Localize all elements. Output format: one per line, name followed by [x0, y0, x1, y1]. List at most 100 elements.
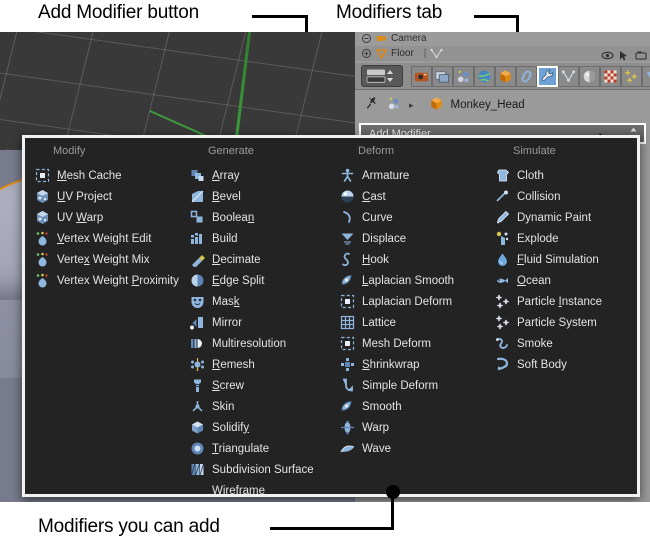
outliner-label-floor: Floor: [391, 48, 414, 59]
menu-item-bevel[interactable]: Bevel: [188, 186, 338, 207]
menu-label: Vertex Weight Proximity: [57, 274, 179, 287]
menu-item-uv-project[interactable]: UV Project: [33, 186, 188, 207]
menu-item-ocean[interactable]: Ocean: [493, 270, 602, 291]
displace-icon: [340, 231, 355, 246]
properties-tab-data[interactable]: [558, 65, 579, 87]
expand-icon[interactable]: [361, 33, 372, 44]
menu-item-vertex-weight-mix[interactable]: Vertex Weight Mix: [33, 249, 188, 270]
properties-tab-render-layers[interactable]: [432, 65, 453, 87]
menu-item-solidify[interactable]: Solidify: [188, 417, 338, 438]
build-icon: [190, 231, 205, 246]
menu-item-smoke[interactable]: Smoke: [493, 333, 602, 354]
outliner-panel[interactable]: Camera Floor |: [355, 32, 650, 64]
menu-item-wireframe[interactable]: Wireframe: [188, 480, 338, 501]
expand-icon[interactable]: [361, 48, 372, 59]
dropdown-column-generate: Generate Array Bevel Boolean Build Decim…: [188, 145, 338, 497]
laplacian-smooth-icon: [340, 273, 355, 288]
pin-icon[interactable]: [365, 96, 380, 114]
outliner-visibility-icons[interactable]: [601, 46, 647, 61]
menu-label: Wireframe: [212, 484, 266, 497]
menu-item-explode[interactable]: Explode: [493, 228, 602, 249]
menu-item-fluid-simulation[interactable]: Fluid Simulation: [493, 249, 602, 270]
menu-item-cast[interactable]: Cast: [338, 186, 493, 207]
menu-label: Wave: [362, 442, 391, 455]
menu-item-cloth[interactable]: Cloth: [493, 165, 602, 186]
menu-item-laplacian-deform[interactable]: Laplacian Deform: [338, 291, 493, 312]
vertex-weight-icon: [35, 231, 50, 246]
menu-item-simple-deform[interactable]: Simple Deform: [338, 375, 493, 396]
properties-tab-modifiers[interactable]: [537, 65, 558, 87]
menu-item-vertex-weight-proximity[interactable]: Vertex Weight Proximity: [33, 270, 188, 291]
menu-item-skin[interactable]: Skin: [188, 396, 338, 417]
properties-tab-bar[interactable]: [355, 63, 650, 90]
menu-item-remesh[interactable]: Remesh: [188, 354, 338, 375]
menu-item-laplacian-smooth[interactable]: Laplacian Smooth: [338, 270, 493, 291]
menu-label: UV Warp: [57, 211, 104, 224]
properties-tab-material[interactable]: [579, 65, 600, 87]
column-title-generate: Generate: [208, 145, 254, 157]
column-title-simulate: Simulate: [513, 145, 556, 157]
menu-item-smooth[interactable]: Smooth: [338, 396, 493, 417]
menu-item-warp[interactable]: Warp: [338, 417, 493, 438]
properties-tab-object[interactable]: [495, 65, 516, 87]
vertex-weight-icon: [35, 252, 50, 267]
menu-item-armature[interactable]: Armature: [338, 165, 493, 186]
menu-item-particle-system[interactable]: Particle System: [493, 312, 602, 333]
editor-type-icon[interactable]: [361, 65, 403, 87]
menu-item-mirror[interactable]: Mirror: [188, 312, 338, 333]
menu-item-uv-warp[interactable]: UV Warp: [33, 207, 188, 228]
leader-bottom-vertical: [391, 494, 394, 529]
menu-item-array[interactable]: Array: [188, 165, 338, 186]
menu-item-curve[interactable]: Curve: [338, 207, 493, 228]
menu-item-collision[interactable]: Collision: [493, 186, 602, 207]
callout-add-modifier-button: Add Modifier button: [38, 2, 199, 23]
menu-label: Warp: [362, 421, 390, 434]
properties-tab-particles[interactable]: [621, 65, 642, 87]
ocean-icon: [495, 273, 510, 288]
menu-item-mesh-deform[interactable]: Mesh Deform: [338, 333, 493, 354]
menu-item-vertex-weight-edit[interactable]: Vertex Weight Edit: [33, 228, 188, 249]
camera-render-icon[interactable]: [635, 48, 647, 60]
scene-icon[interactable]: [387, 96, 402, 114]
properties-tab-render[interactable]: [411, 65, 432, 87]
menu-item-displace[interactable]: Displace: [338, 228, 493, 249]
properties-tab-physics[interactable]: [642, 65, 650, 87]
menu-label: Edge Split: [212, 274, 265, 287]
mesh-data-icon: [430, 48, 444, 59]
menu-item-hook[interactable]: Hook: [338, 249, 493, 270]
cursor-arrow-icon[interactable]: [618, 48, 629, 61]
menu-item-soft-body[interactable]: Soft Body: [493, 354, 602, 375]
properties-tabs[interactable]: [411, 65, 650, 87]
menu-item-wave[interactable]: Wave: [338, 438, 493, 459]
fluid-icon: [495, 252, 510, 267]
menu-item-build[interactable]: Build: [188, 228, 338, 249]
outliner-row-camera[interactable]: Camera: [355, 32, 650, 46]
add-modifier-dropdown[interactable]: Modify Mesh Cache UV Project UV Warp Ver…: [22, 135, 640, 497]
menu-item-multiresolution[interactable]: Multiresolution: [188, 333, 338, 354]
menu-item-dynamic-paint[interactable]: Dynamic Paint: [493, 207, 602, 228]
lattice-icon: [340, 315, 355, 330]
menu-item-boolean[interactable]: Boolean: [188, 207, 338, 228]
menu-item-decimate[interactable]: Decimate: [188, 249, 338, 270]
menu-item-screw[interactable]: Screw: [188, 375, 338, 396]
menu-item-subdivision-surface[interactable]: Triangulate: [188, 438, 338, 459]
menu-item-triangulate[interactable]: Subdivision Surface: [188, 459, 338, 480]
eye-icon[interactable]: [601, 48, 614, 60]
menu-item-mesh-cache[interactable]: Mesh Cache: [33, 165, 188, 186]
properties-tab-scene[interactable]: [453, 65, 474, 87]
mesh-deform-icon: [340, 336, 355, 351]
menu-item-shrinkwrap[interactable]: Shrinkwrap: [338, 354, 493, 375]
menu-label: UV Project: [57, 190, 112, 203]
laplacian-deform-icon: [340, 294, 355, 309]
menu-item-lattice[interactable]: Lattice: [338, 312, 493, 333]
properties-tab-constraints[interactable]: [516, 65, 537, 87]
menu-item-edge-split[interactable]: Edge Split: [188, 270, 338, 291]
menu-item-particle-instance[interactable]: Particle Instance: [493, 291, 602, 312]
soft-body-icon: [495, 357, 510, 372]
properties-tab-texture[interactable]: [600, 65, 621, 87]
screw-icon: [190, 378, 205, 393]
blender-screenshot: Camera Floor | ▸ Monkey_Head Add Modifie…: [0, 32, 650, 502]
properties-tab-world[interactable]: [474, 65, 495, 87]
breadcrumb-separator: ▸: [409, 99, 414, 110]
menu-item-mask[interactable]: Mask: [188, 291, 338, 312]
